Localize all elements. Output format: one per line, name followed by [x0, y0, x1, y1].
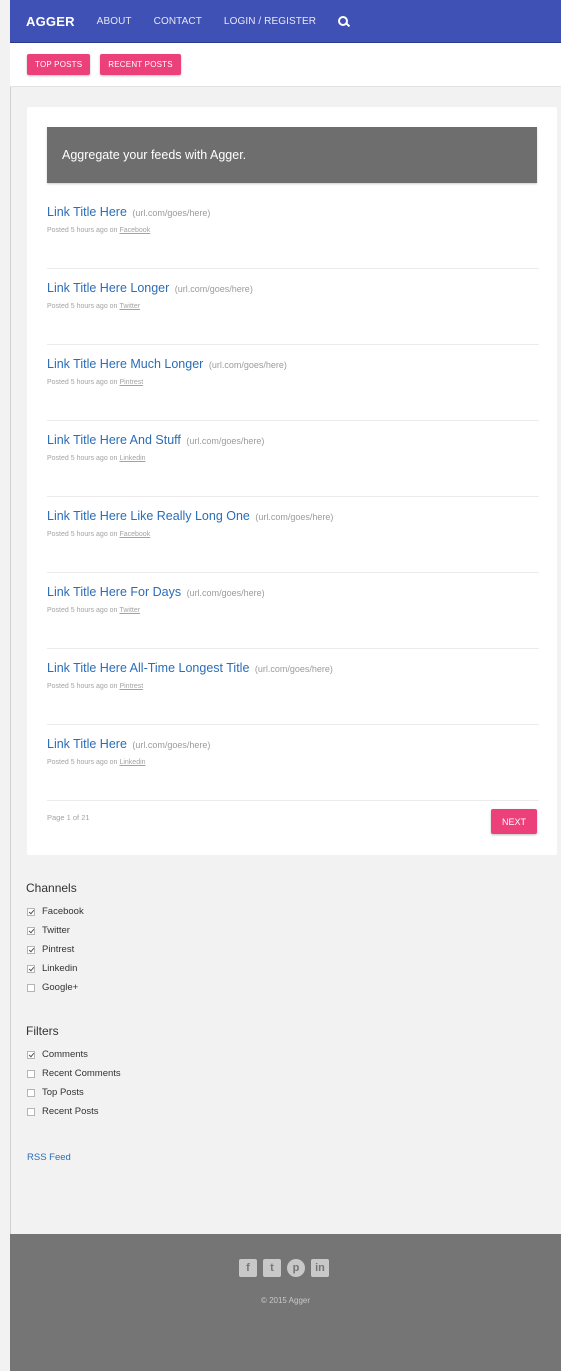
link-meta-text: Posted 5 hours ago on: [47, 607, 118, 614]
link-meta: Posted 5 hours ago on Pintrest: [47, 379, 539, 386]
channel-checkbox-facebook[interactable]: Facebook: [27, 906, 84, 917]
link-source[interactable]: Linkedin: [119, 455, 145, 462]
feed-card: Aggregate your feeds with Agger. Link Ti…: [27, 107, 557, 855]
social-row: f t p in: [239, 1259, 329, 1277]
checkbox-box[interactable]: [27, 907, 35, 916]
brand-logo[interactable]: AGGER: [26, 14, 75, 29]
link-title[interactable]: Link Title Here For Days: [47, 585, 181, 599]
filters-title: Filters: [26, 1024, 59, 1038]
link-item: Link Title Here All-Time Longest Title (…: [47, 649, 539, 725]
link-item: Link Title Here Much Longer (url.com/goe…: [47, 345, 539, 421]
checkbox-label: Google+: [42, 982, 79, 993]
checkbox-label: Top Posts: [42, 1087, 84, 1098]
link-title[interactable]: Link Title Here Like Really Long One: [47, 509, 250, 523]
checkbox-box[interactable]: [27, 1088, 35, 1097]
banner: Aggregate your feeds with Agger.: [47, 127, 537, 183]
link-item: Link Title Here For Days (url.com/goes/h…: [47, 573, 539, 649]
checkbox-label: Twitter: [42, 925, 70, 936]
link-source[interactable]: Twitter: [119, 607, 140, 614]
checkbox-box[interactable]: [27, 964, 35, 973]
nav-link-contact[interactable]: CONTACT: [154, 16, 202, 27]
search-icon[interactable]: [338, 15, 349, 27]
link-title[interactable]: Link Title Here Much Longer: [47, 357, 203, 371]
link-meta: Posted 5 hours ago on Linkedin: [47, 759, 539, 766]
link-meta-text: Posted 5 hours ago on: [47, 303, 118, 310]
linkedin-icon[interactable]: in: [311, 1259, 329, 1277]
pinterest-icon[interactable]: p: [287, 1259, 305, 1277]
link-title[interactable]: Link Title Here: [47, 205, 127, 219]
link-source[interactable]: Pintrest: [119, 379, 143, 386]
next-button[interactable]: NEXT: [491, 809, 537, 834]
link-url: (url.com/goes/here): [186, 436, 265, 446]
checkbox-label: Comments: [42, 1049, 88, 1060]
link-title[interactable]: Link Title Here All-Time Longest Title: [47, 661, 249, 675]
link-item: Link Title Here (url.com/goes/here) Poste…: [47, 725, 539, 801]
filter-checkbox-recent-comments[interactable]: Recent Comments: [27, 1068, 121, 1079]
link-source[interactable]: Facebook: [119, 531, 150, 538]
link-url: (url.com/goes/here): [254, 664, 333, 674]
filter-checkbox-comments[interactable]: Comments: [27, 1049, 88, 1060]
link-list: Link Title Here (url.com/goes/here) Poste…: [47, 193, 539, 801]
checkbox-box[interactable]: [27, 1050, 35, 1059]
link-meta: Posted 5 hours ago on Linkedin: [47, 455, 539, 462]
link-url: (url.com/goes/here): [132, 740, 211, 750]
link-url: (url.com/goes/here): [186, 588, 265, 598]
channel-checkbox-pintrest[interactable]: Pintrest: [27, 944, 74, 955]
rss-feed-link[interactable]: RSS Feed: [27, 1152, 71, 1163]
navbar: AGGER ABOUT CONTACT LOGIN / REGISTER: [10, 0, 561, 43]
recent-posts-button[interactable]: RECENT POSTS: [100, 54, 181, 75]
nav-link-about[interactable]: ABOUT: [97, 16, 132, 27]
link-meta: Posted 5 hours ago on Twitter: [47, 607, 539, 614]
link-meta: Posted 5 hours ago on Facebook: [47, 227, 539, 234]
button-bar: TOP POSTS RECENT POSTS: [10, 43, 561, 87]
channels-title: Channels: [26, 881, 77, 895]
link-meta-text: Posted 5 hours ago on: [47, 683, 118, 690]
channel-checkbox-linkedin[interactable]: Linkedin: [27, 963, 77, 974]
link-source[interactable]: Linkedin: [119, 759, 145, 766]
nav-link-login-register[interactable]: LOGIN / REGISTER: [224, 16, 316, 27]
top-posts-button[interactable]: TOP POSTS: [27, 54, 91, 75]
filter-checkbox-recent-posts[interactable]: Recent Posts: [27, 1106, 99, 1117]
link-url: (url.com/goes/here): [255, 512, 334, 522]
checkbox-label: Linkedin: [42, 963, 78, 974]
channel-checkbox-google[interactable]: Google+: [27, 982, 78, 993]
checkbox-box[interactable]: [27, 926, 35, 935]
link-meta: Posted 5 hours ago on Facebook: [47, 531, 539, 538]
link-meta: Posted 5 hours ago on Pintrest: [47, 683, 539, 690]
link-meta-text: Posted 5 hours ago on: [47, 227, 118, 234]
checkbox-box[interactable]: [27, 1069, 35, 1078]
link-url: (url.com/goes/here): [174, 284, 253, 294]
link-item: Link Title Here Like Really Long One (ur…: [47, 497, 539, 573]
link-title[interactable]: Link Title Here And Stuff: [47, 433, 181, 447]
footer: f t p in © 2015 Agger: [10, 1234, 561, 1371]
link-item: Link Title Here Longer (url.com/goes/her…: [47, 269, 539, 345]
link-url: (url.com/goes/here): [132, 208, 211, 218]
twitter-icon[interactable]: t: [263, 1259, 281, 1277]
link-source[interactable]: Twitter: [119, 303, 140, 310]
checkbox-label: Pintrest: [42, 944, 75, 955]
link-source[interactable]: Pintrest: [119, 683, 143, 690]
link-title[interactable]: Link Title Here: [47, 737, 127, 751]
filter-checkbox-top-posts[interactable]: Top Posts: [27, 1087, 84, 1098]
checkbox-label: Recent Posts: [42, 1106, 99, 1117]
page-info: Page 1 of 21: [47, 813, 90, 822]
link-meta-text: Posted 5 hours ago on: [47, 531, 118, 538]
link-meta-text: Posted 5 hours ago on: [47, 379, 118, 386]
channel-checkbox-twitter[interactable]: Twitter: [27, 925, 70, 936]
link-title[interactable]: Link Title Here Longer: [47, 281, 169, 295]
checkbox-box[interactable]: [27, 983, 35, 992]
link-source[interactable]: Facebook: [119, 227, 150, 234]
facebook-icon[interactable]: f: [239, 1259, 257, 1277]
link-url: (url.com/goes/here): [208, 360, 287, 370]
copyright: © 2015 Agger: [260, 1296, 311, 1305]
link-item: Link Title Here (url.com/goes/here) Poste…: [47, 193, 539, 269]
checkbox-label: Recent Comments: [42, 1068, 121, 1079]
link-item: Link Title Here And Stuff (url.com/goes/…: [47, 421, 539, 497]
link-meta: Posted 5 hours ago on Twitter: [47, 303, 539, 310]
checkbox-box[interactable]: [27, 1107, 35, 1116]
link-meta-text: Posted 5 hours ago on: [47, 455, 118, 462]
checkbox-box[interactable]: [27, 945, 35, 954]
link-meta-text: Posted 5 hours ago on: [47, 759, 118, 766]
checkbox-label: Facebook: [42, 906, 84, 917]
